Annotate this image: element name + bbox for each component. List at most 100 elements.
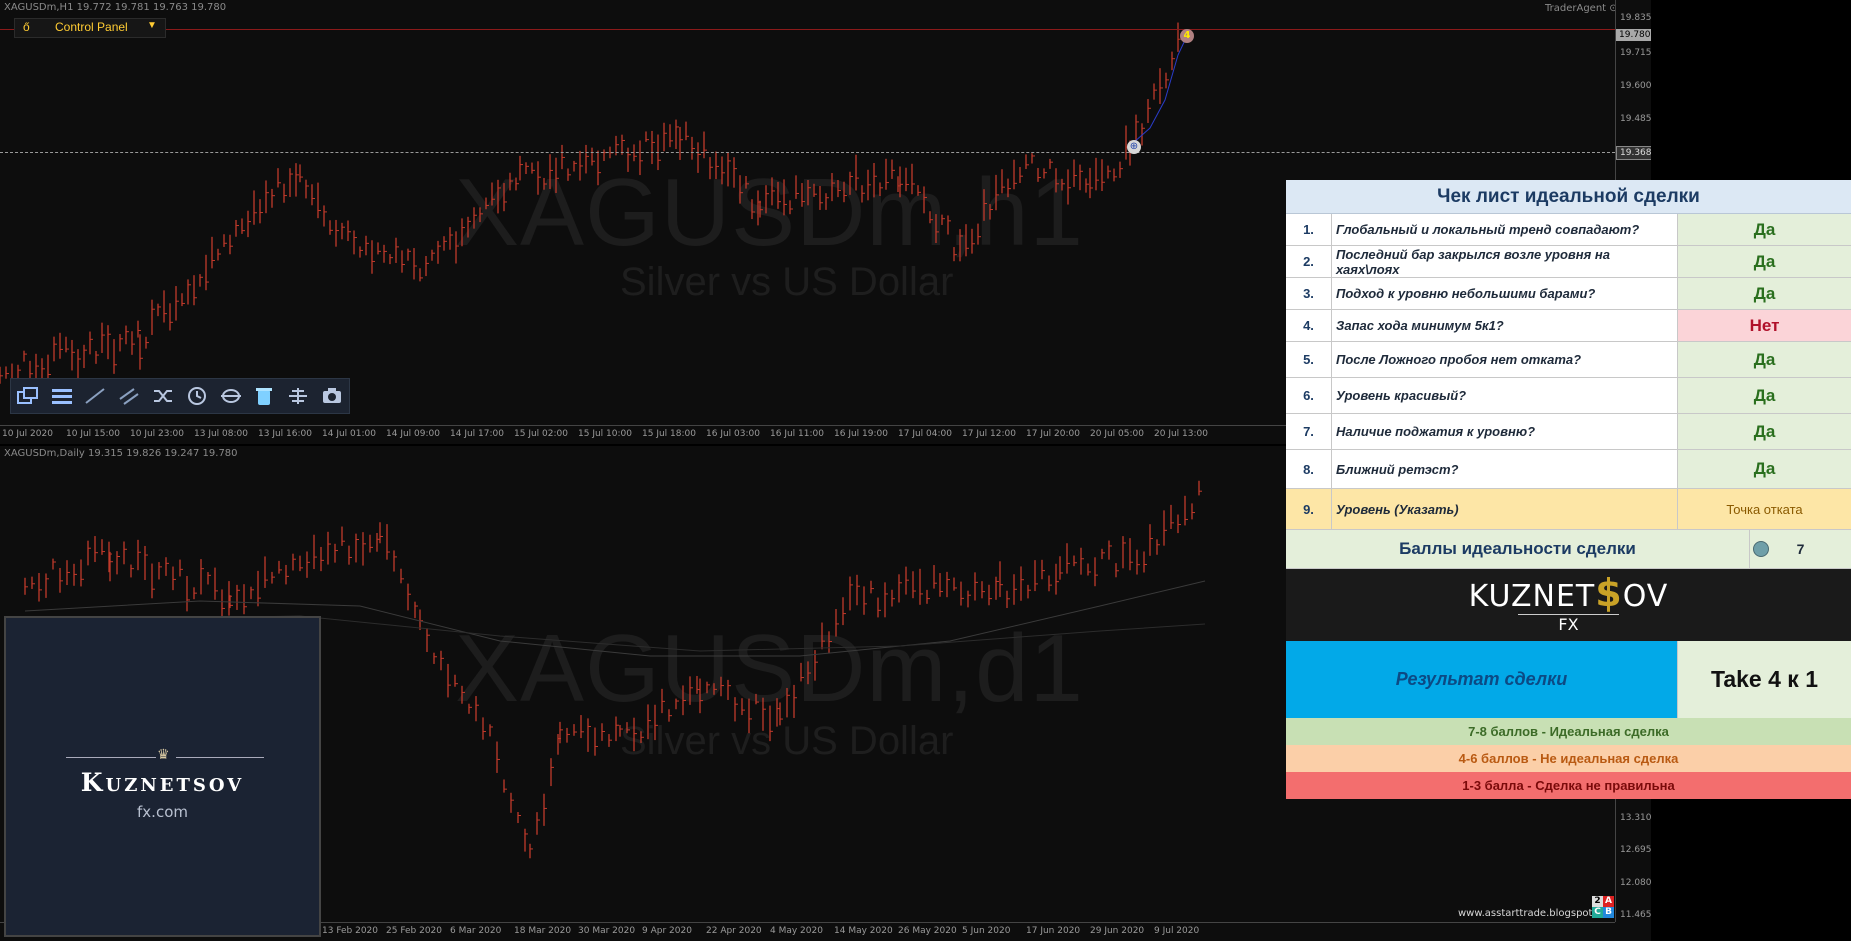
- badge[interactable]: A: [1603, 896, 1614, 907]
- logo-divider-left: [66, 757, 156, 758]
- result-value[interactable]: Take 4 к 1: [1678, 641, 1851, 718]
- row-question: Наличие поджатия к уровню?: [1332, 414, 1678, 449]
- x-tick: 26 May 2020: [898, 926, 957, 936]
- checklist-row: 1. Глобальный и локальный тренд совпадаю…: [1286, 214, 1851, 246]
- control-panel-label[interactable]: Control Panel: [55, 20, 128, 34]
- trash-icon[interactable]: [248, 379, 282, 413]
- badge[interactable]: C: [1592, 907, 1603, 918]
- badge[interactable]: 2: [1592, 896, 1603, 907]
- windows-icon[interactable]: [11, 379, 45, 413]
- checklist-row: 5. После Ложного пробоя нет отката? Да: [1286, 342, 1851, 378]
- row-answer[interactable]: Да: [1678, 278, 1851, 309]
- x-tick: 29 Jun 2020: [1090, 926, 1145, 936]
- row-answer[interactable]: Да: [1678, 342, 1851, 377]
- row-answer[interactable]: Да: [1678, 378, 1851, 413]
- checklist-title: Чек лист идеальной сделки: [1286, 180, 1851, 214]
- y-tick: 12.080: [1620, 878, 1651, 888]
- x-tick: 14 Jul 09:00: [386, 429, 440, 439]
- x-tick: 5 Jun 2020: [962, 926, 1011, 936]
- red-level-line[interactable]: [0, 29, 1615, 30]
- result-row: Результат сделки Take 4 к 1: [1286, 641, 1851, 718]
- trendline-icon[interactable]: [79, 379, 113, 413]
- x-tick: 15 Jul 18:00: [642, 429, 696, 439]
- chevron-down-icon[interactable]: ▼: [147, 20, 157, 31]
- row-answer[interactable]: Да: [1678, 214, 1851, 245]
- x-tick: 16 Jul 03:00: [706, 429, 760, 439]
- row-question: Ближний ретэст?: [1332, 450, 1678, 488]
- x-tick: 17 Jul 04:00: [898, 429, 952, 439]
- menu-icon[interactable]: [45, 379, 79, 413]
- y-tick: 19.715: [1620, 48, 1651, 58]
- badge-grid: 2 A C B: [1592, 896, 1614, 918]
- logo-divider-right: [176, 757, 264, 758]
- x-tick: 16 Jul 11:00: [770, 429, 824, 439]
- clock-icon[interactable]: [180, 379, 214, 413]
- channel-icon[interactable]: [112, 379, 146, 413]
- x-tick: 10 Jul 15:00: [66, 429, 120, 439]
- row-answer[interactable]: Да: [1678, 450, 1851, 488]
- x-tick: 17 Jul 12:00: [962, 429, 1016, 439]
- x-tick: 15 Jul 10:00: [578, 429, 632, 439]
- row-question: Уровень (Указать): [1332, 489, 1678, 529]
- x-tick: 13 Jul 08:00: [194, 429, 248, 439]
- score-cell: 7: [1750, 530, 1851, 568]
- dollar-icon: $: [1595, 570, 1623, 615]
- x-tick: 6 Mar 2020: [450, 926, 502, 936]
- trade-checklist: Чек лист идеальной сделки 1. Глобальный …: [1286, 180, 1851, 799]
- brand-sub: FX: [1518, 613, 1619, 635]
- y-tick: 19.485: [1620, 114, 1651, 124]
- x-tick: 30 Mar 2020: [578, 926, 636, 936]
- kuznetsov-fx-logo: KUZNET$OV FX: [1286, 569, 1851, 641]
- y-tick: 19.835: [1620, 13, 1651, 23]
- x-tick: 22 Apr 2020: [706, 926, 762, 936]
- kuznetsov-logo-box: ♛ Kuznetsov fx.com: [4, 616, 321, 937]
- row-number: 4.: [1286, 310, 1332, 341]
- score-value: 7: [1796, 541, 1805, 557]
- x-tick: 10 Jul 23:00: [130, 429, 184, 439]
- sync-icon[interactable]: [214, 379, 248, 413]
- score-label: Баллы идеальности сделки: [1286, 530, 1750, 568]
- x-tick: 14 Jul 17:00: [450, 429, 504, 439]
- price-lo-box: 19.368: [1616, 146, 1651, 160]
- checklist-row: 7. Наличие поджатия к уровню? Да: [1286, 414, 1851, 450]
- x-tick: 18 Mar 2020: [514, 926, 572, 936]
- checklist-row: 8. Ближний ретэст? Да: [1286, 450, 1851, 489]
- y-tick: 12.695: [1620, 845, 1651, 855]
- brand-main: KUZNET$OV: [1468, 570, 1669, 615]
- row-number: 2.: [1286, 246, 1332, 277]
- badge[interactable]: B: [1603, 907, 1614, 918]
- shuffle-icon[interactable]: [146, 379, 180, 413]
- score-row: Баллы идеальности сделки 7: [1286, 530, 1851, 569]
- control-panel-icon: ő: [23, 20, 30, 34]
- x-tick: 16 Jul 19:00: [834, 429, 888, 439]
- top-marker[interactable]: 4: [1180, 29, 1194, 43]
- y-tick: 19.600: [1620, 81, 1651, 91]
- y-tick: 11.465: [1620, 910, 1651, 920]
- checklist-row: 6. Уровень красивый? Да: [1286, 378, 1851, 414]
- x-tick: 20 Jul 05:00: [1090, 429, 1144, 439]
- entry-marker[interactable]: ⊕: [1127, 140, 1141, 154]
- checklist-row: 2. Последний бар закрылся возле уровня н…: [1286, 246, 1851, 278]
- level-icon[interactable]: [281, 379, 315, 413]
- dashed-level-line[interactable]: [0, 152, 1615, 153]
- row-answer[interactable]: Да: [1678, 246, 1851, 277]
- row-question: Запас хода минимум 5к1?: [1332, 310, 1678, 341]
- x-tick: 20 Jul 13:00: [1154, 429, 1208, 439]
- x-tick: 4 May 2020: [770, 926, 823, 936]
- row-answer[interactable]: Да: [1678, 414, 1851, 449]
- x-tick: 14 May 2020: [834, 926, 893, 936]
- row-number: 6.: [1286, 378, 1332, 413]
- row-number: 9.: [1286, 489, 1332, 529]
- drawing-toolbar: [10, 378, 350, 414]
- site-url: www.asstarttrade.blogspot: [1458, 908, 1593, 919]
- price-hi-box: 19.780: [1616, 29, 1651, 41]
- x-tick: 13 Feb 2020: [322, 926, 379, 936]
- legend-not-perfect: 4-6 баллов - Не идеальная сделка: [1286, 745, 1851, 772]
- camera-icon[interactable]: [315, 379, 349, 413]
- legend-wrong: 1-3 балла - Сделка не правильна: [1286, 772, 1851, 799]
- row-answer[interactable]: Точка отката: [1678, 489, 1851, 529]
- checklist-row: 9. Уровень (Указать) Точка отката: [1286, 489, 1851, 530]
- row-answer[interactable]: Нет: [1678, 310, 1851, 341]
- checklist-row: 3. Подход к уровню небольшими барами? Да: [1286, 278, 1851, 310]
- control-panel[interactable]: ő Control Panel ▼: [14, 18, 166, 38]
